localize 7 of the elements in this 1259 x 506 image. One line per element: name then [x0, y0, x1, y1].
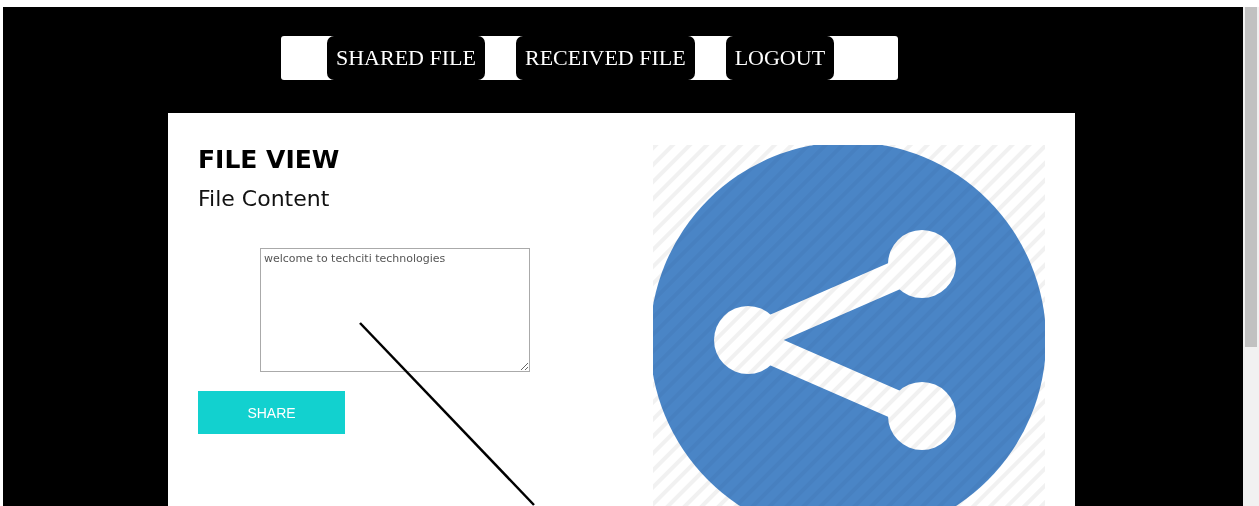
- nav-button[interactable]: RECEIVED FILE: [515, 36, 695, 80]
- nav-button[interactable]: LOGOUT: [725, 36, 835, 80]
- section-label: File Content: [198, 185, 330, 213]
- share-icon: [653, 145, 1045, 506]
- file-content-field[interactable]: welcome to techciti technologies: [260, 248, 530, 372]
- nav-button[interactable]: SHARED FILE: [327, 36, 485, 80]
- page-title: FILE VIEW: [198, 145, 340, 175]
